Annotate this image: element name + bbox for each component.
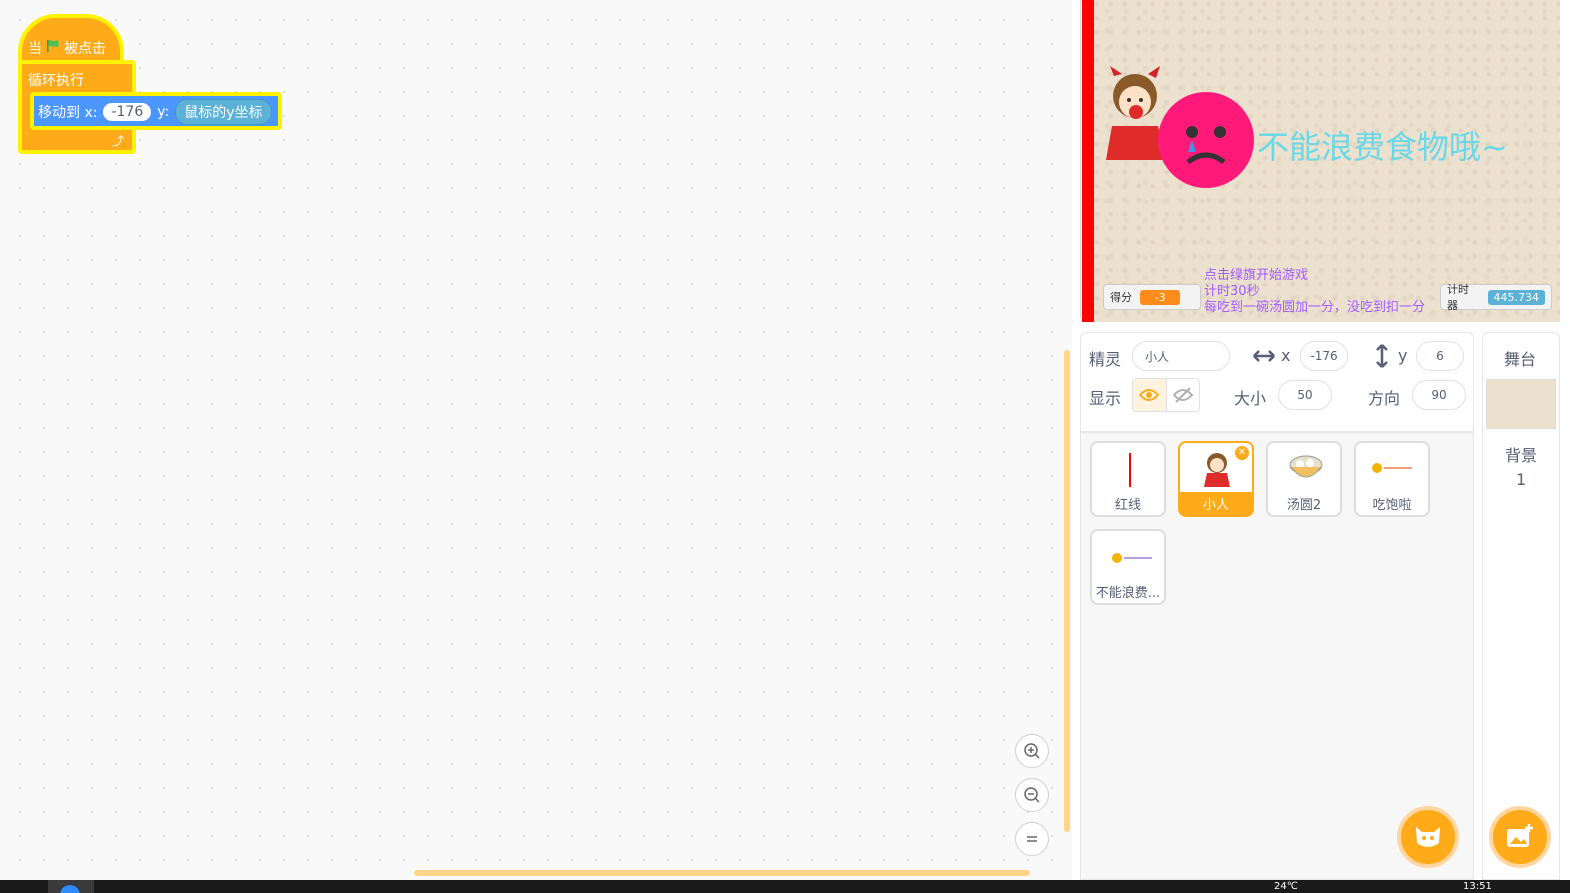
sprite-tile-label: 汤圆2 xyxy=(1286,498,1322,513)
sprite-tile-label: 吃饱啦 xyxy=(1372,498,1412,513)
size-input[interactable]: 50 xyxy=(1278,380,1332,410)
go-to-y-label: y: xyxy=(157,104,170,120)
stage-panel-title: 舞台 xyxy=(1504,350,1537,369)
y-label: y xyxy=(1398,346,1408,365)
cat-icon xyxy=(1416,827,1440,847)
full-thumbnail xyxy=(1372,463,1412,473)
browser-icon xyxy=(60,885,80,893)
backdrop-count: 1 xyxy=(1516,470,1527,489)
go-to-xy-content: 移动到 x: -176 y: 鼠标的y坐标 xyxy=(38,99,272,125)
sad-face-sprite xyxy=(1158,92,1254,188)
zoom-reset-button[interactable] xyxy=(1015,822,1049,856)
instructions-text: 点击绿旗开始游戏 计时30秒 每吃到一碗汤圆加一分，没吃到扣一分 xyxy=(1204,268,1425,316)
sprite-tile-red-line[interactable]: 红线 xyxy=(1090,441,1166,517)
sprite-tile-full[interactable]: 吃饱啦 xyxy=(1354,441,1430,517)
boy-thumbnail xyxy=(1204,453,1230,487)
instruction-line: 点击绿旗开始游戏 xyxy=(1204,268,1309,283)
sprite-name-input[interactable]: 小人 xyxy=(1132,341,1230,371)
instruction-line: 每吃到一碗汤圆加一分，没吃到扣一分 xyxy=(1204,300,1426,315)
forever-label: 循环执行 xyxy=(28,73,84,89)
score-value: -3 xyxy=(1140,289,1180,305)
direction-input[interactable]: 90 xyxy=(1412,380,1466,410)
hat-when-text: 当 xyxy=(28,41,42,57)
show-sprite-button[interactable] xyxy=(1133,379,1167,411)
sprite-tile-label: 小人 xyxy=(1180,492,1252,515)
when-flag-clicked-label: 当 被点击 xyxy=(28,38,106,58)
loop-arrow-icon: ⤴ xyxy=(112,134,125,148)
sprite-tile-boy[interactable]: ✕ 小人 xyxy=(1178,441,1254,517)
timer-label: 计时器 xyxy=(1447,283,1469,312)
temperature: 24℃ xyxy=(1274,881,1298,892)
taskbar: 24℃ 13:51 xyxy=(0,880,1570,893)
go-to-x-label: 移动到 x: xyxy=(38,105,98,121)
red-line-thumbnail xyxy=(1129,453,1131,487)
hat-clicked-text: 被点击 xyxy=(64,41,106,57)
zoom-in-button[interactable] xyxy=(1015,734,1049,768)
stage-message: 不能浪费食物哦~ xyxy=(1257,128,1508,166)
x-number-input[interactable]: -176 xyxy=(103,103,152,121)
hide-sprite-button[interactable] xyxy=(1166,379,1199,411)
workspace-horizontal-scrollbar[interactable] xyxy=(414,870,1030,876)
zoom-reset-icon xyxy=(1027,836,1037,842)
x-arrows-icon xyxy=(1252,346,1276,370)
backdrop-thumbnail xyxy=(1486,379,1556,429)
delete-sprite-icon[interactable]: ✕ xyxy=(1235,446,1249,460)
y-position-input[interactable]: 6 xyxy=(1416,341,1464,371)
sprite-label: 精灵 xyxy=(1089,350,1122,369)
green-flag-icon xyxy=(46,39,60,57)
instruction-line: 计时30秒 xyxy=(1204,284,1260,299)
image-plus-icon xyxy=(1507,824,1533,847)
taskbar-browser-button[interactable] xyxy=(48,880,94,893)
code-workspace[interactable] xyxy=(0,0,1072,880)
bowl-thumbnail xyxy=(1289,455,1323,478)
sprite-tile-tangyuan[interactable]: 汤圆2 xyxy=(1266,441,1342,517)
y-arrows-icon xyxy=(1374,343,1390,373)
sprite-tile-label: 不能浪费... xyxy=(1095,586,1161,601)
timer-value: 445.734 xyxy=(1487,289,1545,305)
timer-monitor[interactable]: 计时器 445.734 xyxy=(1440,283,1552,312)
score-monitor[interactable]: 得分 -3 xyxy=(1103,284,1201,310)
backdrop-label: 背景 xyxy=(1505,446,1538,465)
zoom-out-icon xyxy=(1024,787,1040,803)
sprite-tile-no-waste[interactable]: 不能浪费... xyxy=(1090,529,1166,605)
zoom-in-icon xyxy=(1024,743,1040,759)
x-label: x xyxy=(1281,346,1291,365)
direction-label: 方向 xyxy=(1368,389,1401,408)
mouse-y-reporter[interactable]: 鼠标的y坐标 xyxy=(175,99,272,125)
workspace-vertical-scrollbar[interactable] xyxy=(1064,350,1070,832)
show-label: 显示 xyxy=(1089,389,1122,408)
zoom-out-button[interactable] xyxy=(1015,778,1049,812)
size-label: 大小 xyxy=(1234,389,1267,408)
sprite-tile-label: 红线 xyxy=(1114,498,1141,513)
clock: 13:51 xyxy=(1463,881,1492,892)
sad-face-icon xyxy=(1186,126,1226,165)
choose-backdrop-button[interactable] xyxy=(1489,806,1551,868)
eye-slash-icon xyxy=(1172,387,1193,403)
red-line-sprite xyxy=(1082,0,1094,322)
choose-sprite-button[interactable] xyxy=(1397,806,1459,868)
score-label: 得分 xyxy=(1110,291,1132,304)
no-waste-thumbnail xyxy=(1112,553,1152,563)
x-position-input[interactable]: -176 xyxy=(1300,341,1348,371)
visibility-toggle xyxy=(1132,378,1200,412)
eye-icon xyxy=(1139,389,1160,401)
